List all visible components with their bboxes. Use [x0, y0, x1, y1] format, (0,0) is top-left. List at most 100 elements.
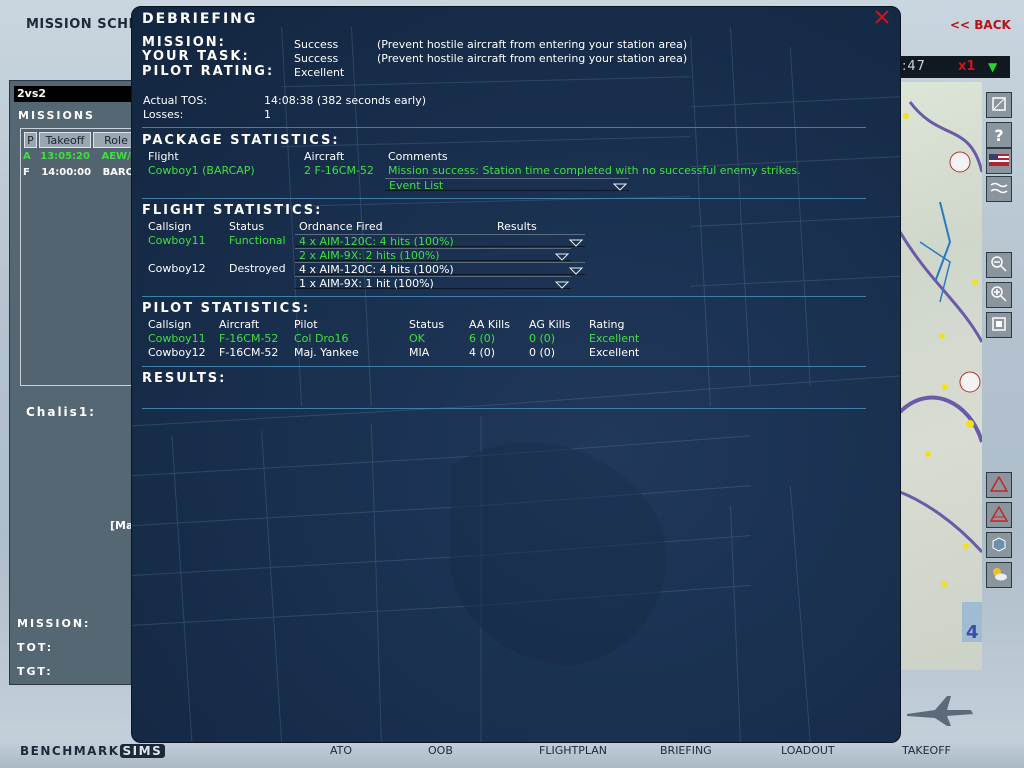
- nav-flightplan[interactable]: FLIGHTPLAN: [539, 744, 607, 757]
- triangle-icon: [989, 474, 1009, 495]
- threat-ring-button[interactable]: [986, 472, 1012, 498]
- fit-icon: [991, 316, 1007, 335]
- pilot-aa-kills: 6 (0): [469, 332, 496, 345]
- window-icon: [991, 96, 1007, 115]
- nav-briefing[interactable]: BRIEFING: [660, 744, 712, 757]
- map-view[interactable]: 4: [900, 82, 982, 670]
- mission-result-label: Mission:: [142, 35, 226, 50]
- jet-silhouette-icon: [905, 692, 975, 731]
- waves-icon: [990, 181, 1008, 198]
- time-compression-dropdown-icon[interactable]: ▼: [988, 60, 997, 74]
- flight-callsign: Cowboy12: [148, 262, 206, 275]
- close-button[interactable]: [873, 8, 891, 26]
- cube-icon: [990, 536, 1008, 555]
- divider: [142, 127, 866, 128]
- pilot-status: OK: [409, 332, 425, 345]
- pilot-header-pilot: Pilot: [294, 318, 318, 331]
- losses-value: 1: [264, 108, 271, 121]
- flight-status: Destroyed: [229, 262, 286, 275]
- zoom-in-button[interactable]: [986, 282, 1012, 308]
- package-flight: Cowboy1 (BARCAP): [148, 164, 255, 177]
- zoom-out-button[interactable]: [986, 252, 1012, 278]
- pilot-aircraft: F-16CM-52: [219, 332, 279, 345]
- weather-icon: [990, 566, 1008, 585]
- package-header-aircraft: Aircraft: [304, 150, 345, 163]
- triangle-icon: [989, 504, 1009, 525]
- task-result-label: Your Task:: [142, 49, 250, 64]
- event-list-dropdown[interactable]: Event List: [385, 178, 629, 192]
- package-header-flight: Flight: [148, 150, 179, 163]
- nav-loadout[interactable]: LOADOUT: [781, 744, 835, 757]
- mission-row-p: F: [23, 167, 30, 178]
- nav-oob[interactable]: OOB: [428, 744, 453, 757]
- pilot-header-callsign: Callsign: [148, 318, 192, 331]
- mission-label: MISSION:: [17, 617, 91, 630]
- ordnance-dropdown[interactable]: 4 x AIM-120C: 4 hits (100%): [295, 262, 585, 278]
- pilot-header-status: Status: [409, 318, 445, 331]
- chevron-down-icon: [554, 279, 570, 292]
- ordnance-value: 4 x AIM-120C: 4 hits (100%): [299, 263, 454, 276]
- flight-callsign: Cowboy11: [148, 234, 206, 247]
- pilot-statistics-heading: Pilot Statistics:: [142, 301, 311, 316]
- dialog-title: Debriefing: [142, 11, 258, 27]
- tos-value: 14:08:38 (382 seconds early): [264, 94, 427, 107]
- pilot-aircraft: F-16CM-52: [219, 346, 279, 359]
- time-compression[interactable]: x1: [958, 59, 975, 74]
- us-flag-icon: [989, 153, 1009, 169]
- units-button[interactable]: [986, 532, 1012, 558]
- package-statistics-heading: Package Statistics:: [142, 133, 340, 148]
- flight-header-results: Results: [497, 220, 537, 233]
- nav-takeoff[interactable]: TAKEOFF: [902, 744, 951, 757]
- fit-map-button[interactable]: [986, 312, 1012, 338]
- help-button[interactable]: ?: [986, 122, 1012, 148]
- missions-label: MISSIONS: [18, 109, 95, 122]
- package-name-field[interactable]: 2vs2: [14, 86, 139, 102]
- map-graphics: 4: [900, 101, 982, 643]
- close-icon: [873, 10, 891, 29]
- flight-header-ordnance: Ordnance Fired: [299, 220, 383, 233]
- results-heading: Results:: [142, 371, 227, 386]
- debriefing-dialog: Debriefing Mission: Success (Prevent hos…: [131, 6, 901, 743]
- map-window-button[interactable]: [986, 92, 1012, 118]
- pilot-aa-kills: 4 (0): [469, 346, 496, 359]
- flight-header-callsign: Callsign: [148, 220, 192, 233]
- chevron-down-icon: [568, 265, 584, 278]
- waypoint-toggle-button[interactable]: [986, 176, 1012, 202]
- mission-row[interactable]: A 13:05:20 AEW/AE: [23, 151, 145, 162]
- logo-badge: SIMS: [119, 744, 166, 758]
- pilot-header-rating: Rating: [589, 318, 625, 331]
- pilot-rating-label: Pilot Rating:: [142, 64, 275, 79]
- nav-ato[interactable]: ATO: [330, 744, 352, 757]
- back-button[interactable]: << BACK: [950, 18, 1011, 32]
- event-list-label: Event List: [389, 179, 444, 192]
- pilot-header-ag-kills: AG Kills: [529, 318, 571, 331]
- mission-list[interactable]: P Takeoff Role A 13:05:20 AEW/AE F 14:00…: [20, 128, 148, 386]
- package-header-comments: Comments: [388, 150, 448, 163]
- tot-label: TOT:: [17, 641, 54, 654]
- flag-button[interactable]: [986, 148, 1012, 174]
- pilot-header-aa-kills: AA Kills: [469, 318, 510, 331]
- mission-row-takeoff: 14:00:00: [41, 167, 92, 178]
- ordnance-dropdown[interactable]: 4 x AIM-120C: 4 hits (100%): [295, 234, 585, 248]
- pilot-callsign: Cowboy12: [148, 346, 206, 359]
- logo-text: BENCHMARK: [20, 744, 120, 758]
- pilot-name: Col Dro16: [294, 332, 349, 345]
- task-result-value: Success: [294, 52, 339, 65]
- divider: [142, 296, 866, 297]
- flight-label: Chalis1:: [26, 405, 96, 419]
- mission-row-p: A: [23, 151, 31, 162]
- task-result-note: (Prevent hostile aircraft from entering …: [377, 52, 688, 65]
- ordnance-value: 1 x AIM-9X: 1 hit (100%): [299, 277, 434, 290]
- question-icon: ?: [994, 125, 1004, 145]
- ordnance-dropdown[interactable]: 1 x AIM-9X: 1 hit (100%): [295, 276, 571, 292]
- clock-display: :47: [902, 59, 926, 74]
- column-header-takeoff[interactable]: Takeoff: [39, 132, 91, 148]
- column-header-p[interactable]: P: [24, 132, 37, 148]
- mission-row[interactable]: F 14:00:00 BARCAP: [23, 167, 148, 178]
- map-label-fragment: [Ma: [110, 519, 134, 532]
- weather-button[interactable]: [986, 562, 1012, 588]
- divider: [142, 366, 866, 367]
- threat-ring-button-2[interactable]: [986, 502, 1012, 528]
- ordnance-dropdown[interactable]: 2 x AIM-9X: 2 hits (100%): [295, 248, 571, 262]
- divider: [142, 408, 866, 409]
